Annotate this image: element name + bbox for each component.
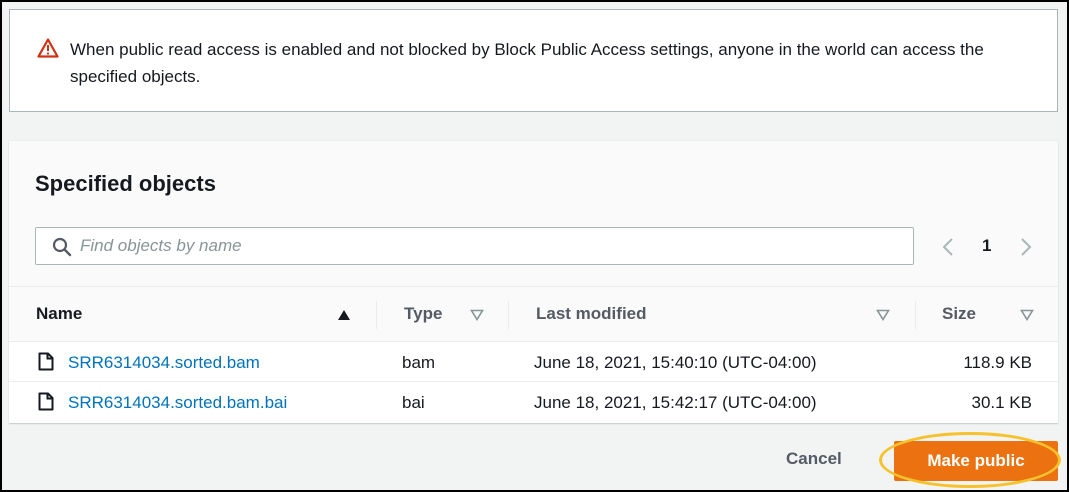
sort-ascending-icon[interactable] [337,309,351,321]
sort-icon[interactable] [876,309,890,321]
column-header-size[interactable]: Size [942,304,976,324]
object-last-modified: June 18, 2021, 15:40:10 (UTC-04:00) [534,353,817,372]
column-divider[interactable] [376,301,377,329]
chevron-right-icon[interactable] [1014,236,1036,258]
column-divider[interactable] [508,301,509,329]
highlight-annotation [879,432,1061,488]
search-input[interactable] [80,232,900,260]
panel-header: Specified objects 1 [9,141,1058,286]
warning-message: When public read access is enabled and n… [70,40,984,86]
file-icon [38,352,54,371]
object-type: bai [402,393,425,412]
sort-icon[interactable] [470,309,484,321]
section-title: Specified objects [35,171,216,196]
table-row: SRR6314034.sorted.bam.bai bai June 18, 2… [9,383,1058,422]
specified-objects-panel: Specified objects 1 Name Type [9,140,1058,423]
chevron-left-icon[interactable] [938,236,960,258]
cancel-button[interactable]: Cancel [786,449,842,469]
search-field[interactable] [35,227,914,265]
pagination: 1 [938,233,1038,261]
warning-alert: When public read access is enabled and n… [9,9,1058,112]
object-last-modified: June 18, 2021, 15:42:17 (UTC-04:00) [534,393,817,412]
column-header-name[interactable]: Name [36,304,82,324]
column-divider[interactable] [915,301,916,329]
object-name-link[interactable]: SRR6314034.sorted.bam [68,353,260,373]
object-size: 118.9 KB [963,353,1032,372]
sort-icon[interactable] [1020,309,1034,321]
object-name-link[interactable]: SRR6314034.sorted.bam.bai [68,393,287,413]
table-header: Name Type Last modified Size [9,286,1058,342]
table-row: SRR6314034.sorted.bam bam June 18, 2021,… [9,343,1058,382]
object-type: bam [402,353,436,372]
object-size: 30.1 KB [971,393,1033,412]
warning-triangle-icon [37,38,59,58]
column-header-last-modified[interactable]: Last modified [536,304,647,324]
page-number-button[interactable]: 1 [982,236,991,256]
column-header-type[interactable]: Type [404,304,442,324]
search-icon [52,237,72,257]
file-icon [38,392,54,411]
